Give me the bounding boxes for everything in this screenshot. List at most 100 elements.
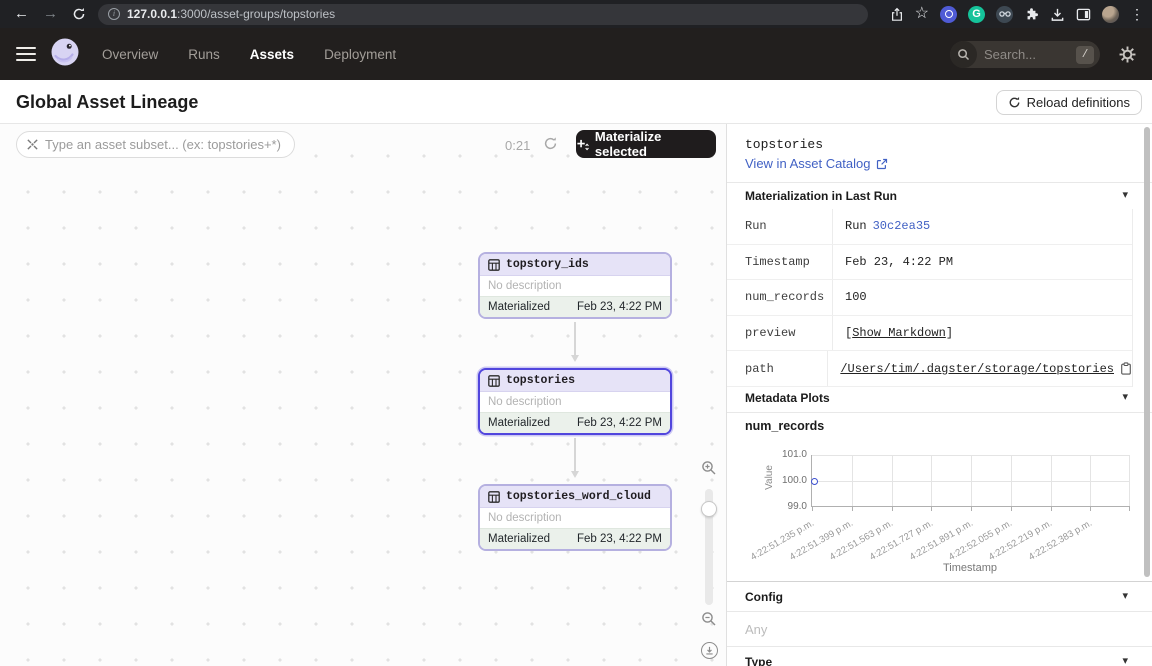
- asset-status: Materialized: [488, 533, 550, 545]
- table-icon: [488, 259, 500, 271]
- chevron-down-icon[interactable]: ▾: [1122, 188, 1128, 201]
- graph-refresh-icon[interactable]: [543, 136, 558, 156]
- table-row-run: Run Run 30c2ea35: [727, 209, 1132, 245]
- y-tick: 101.0: [767, 449, 807, 460]
- zoom-out-icon[interactable]: [701, 611, 717, 632]
- search-input[interactable]: Search... /: [950, 41, 1100, 68]
- table-row-path: path /Users/tim/.dagster/storage/topstor…: [727, 351, 1132, 387]
- metadata-plots-section-header[interactable]: Metadata Plots: [745, 391, 830, 405]
- lineage-edge-arrow: [574, 438, 576, 476]
- y-tick: 99.0: [767, 501, 807, 512]
- browser-toolbar: ← → i 127.0.0.1:3000/asset-groups/topsto…: [0, 0, 1152, 28]
- search-shortcut-badge: /: [1076, 46, 1094, 64]
- run-id-link[interactable]: 30c2ea35: [873, 219, 931, 233]
- divider: [727, 182, 1152, 183]
- materialize-icon: [576, 138, 589, 151]
- divider: [727, 611, 1152, 612]
- zoom-in-icon[interactable]: [701, 460, 717, 481]
- config-value: Any: [745, 622, 767, 637]
- row-label: path: [727, 351, 828, 386]
- app-header: Overview Runs Assets Deployment Search..…: [0, 28, 1152, 80]
- asset-node-topstory-ids[interactable]: topstory_ids No description Materialized…: [478, 252, 672, 319]
- main-nav: Overview Runs Assets Deployment: [102, 47, 396, 62]
- asset-node-status-row: Materialized Feb 23, 4:22 PM: [480, 412, 670, 433]
- table-row-preview: preview [Show Markdown]: [727, 316, 1132, 352]
- asset-node-topstories[interactable]: topstories No description Materialized F…: [478, 368, 672, 435]
- materialize-selected-button[interactable]: Materialize selected: [576, 130, 716, 158]
- browser-reload-icon[interactable]: [72, 7, 86, 21]
- site-info-icon[interactable]: i: [108, 8, 120, 20]
- materialization-section-header[interactable]: Materialization in Last Run: [745, 189, 897, 203]
- asset-node-status-row: Materialized Feb 23, 4:22 PM: [480, 528, 670, 549]
- chart-plot-area: [811, 455, 1129, 507]
- view-in-asset-catalog-link[interactable]: View in Asset Catalog: [745, 156, 888, 171]
- asset-subset-input[interactable]: Type an asset subset... (ex: topstories+…: [16, 131, 295, 158]
- copy-clipboard-icon[interactable]: [1120, 362, 1132, 375]
- lineage-graph-canvas[interactable]: Type an asset subset... (ex: topstories+…: [0, 124, 726, 666]
- row-value: 100: [833, 290, 867, 304]
- browser-actions: ☆ G ⋮: [890, 0, 1144, 28]
- browser-menu-icon[interactable]: ⋮: [1130, 0, 1144, 28]
- nav-deployment[interactable]: Deployment: [324, 47, 396, 62]
- asset-status: Materialized: [488, 417, 550, 429]
- asset-node-topstories-word-cloud[interactable]: topstories_word_cloud No description Mat…: [478, 484, 672, 551]
- page-header: Global Asset Lineage Reload definitions: [0, 80, 1152, 124]
- asset-node-name: topstory_ids: [506, 258, 589, 271]
- search-placeholder: Search...: [984, 47, 1076, 62]
- row-label: Timestamp: [727, 245, 833, 280]
- num-records-chart: Value 101.0 100.0 99.0 4:22:51.235 p.m. …: [727, 444, 1152, 584]
- reload-icon: [1008, 96, 1021, 109]
- nav-assets[interactable]: Assets: [250, 47, 294, 62]
- settings-gear-icon[interactable]: [1119, 46, 1136, 68]
- asset-node-status-row: Materialized Feb 23, 4:22 PM: [480, 296, 670, 317]
- side-panel-icon[interactable]: [1076, 7, 1091, 22]
- back-icon[interactable]: ←: [14, 0, 29, 28]
- grammarly-extension-icon[interactable]: G: [968, 6, 985, 23]
- asset-timestamp: Feb 23, 4:22 PM: [577, 301, 662, 313]
- y-tick: 100.0: [767, 475, 807, 486]
- goggles-extension-icon[interactable]: [996, 6, 1013, 23]
- external-link-icon: [876, 158, 888, 170]
- row-value: /Users/tim/.dagster/storage/topstories: [828, 362, 1132, 376]
- nav-overview[interactable]: Overview: [102, 47, 158, 62]
- plot-title: num_records: [745, 419, 824, 433]
- path-link[interactable]: /Users/tim/.dagster/storage/topstories: [840, 362, 1114, 376]
- asset-timestamp: Feb 23, 4:22 PM: [577, 417, 662, 429]
- hamburger-menu-icon[interactable]: [16, 43, 36, 65]
- asset-node-header: topstories_word_cloud: [480, 486, 670, 508]
- chevron-down-icon[interactable]: ▾: [1122, 654, 1128, 666]
- zoom-slider-handle[interactable]: [701, 501, 717, 517]
- table-row-num-records: num_records 100: [727, 280, 1132, 316]
- forward-icon[interactable]: →: [43, 0, 58, 28]
- reload-definitions-button[interactable]: Reload definitions: [996, 90, 1142, 115]
- lineage-edge-arrow: [574, 322, 576, 360]
- divider: [727, 581, 1152, 582]
- chevron-down-icon[interactable]: ▾: [1122, 589, 1128, 602]
- chart-x-axis-label: Timestamp: [811, 562, 1129, 574]
- asset-status: Materialized: [488, 301, 550, 313]
- config-section-header[interactable]: Config: [745, 590, 783, 604]
- row-value: [Show Markdown]: [833, 326, 953, 340]
- extensions-puzzle-icon[interactable]: [1024, 7, 1039, 22]
- search-icon: [950, 41, 977, 68]
- materialization-table: Run Run 30c2ea35 Timestamp Feb 23, 4:22 …: [727, 209, 1133, 387]
- asset-node-description: No description: [480, 276, 670, 296]
- asset-node-name: topstories: [506, 374, 575, 387]
- dagster-logo[interactable]: [50, 37, 80, 72]
- bookmark-star-icon[interactable]: ☆: [915, 0, 929, 28]
- zoom-slider[interactable]: [705, 489, 713, 605]
- recenter-view-icon[interactable]: [701, 642, 718, 659]
- profile-avatar[interactable]: [1102, 6, 1119, 23]
- url-bar[interactable]: i 127.0.0.1:3000/asset-groups/topstories: [98, 4, 868, 25]
- type-section-header[interactable]: Type: [745, 655, 772, 666]
- share-icon[interactable]: [890, 7, 904, 22]
- chart-data-point[interactable]: [811, 478, 818, 485]
- sidebar-scrollbar[interactable]: [1144, 127, 1150, 577]
- downloads-icon[interactable]: [1050, 7, 1065, 22]
- nav-runs[interactable]: Runs: [188, 47, 220, 62]
- chevron-down-icon[interactable]: ▾: [1122, 390, 1128, 403]
- show-markdown-link[interactable]: Show Markdown: [852, 326, 946, 340]
- asset-node-description: No description: [480, 508, 670, 528]
- table-icon: [488, 375, 500, 387]
- onepassword-extension-icon[interactable]: [940, 6, 957, 23]
